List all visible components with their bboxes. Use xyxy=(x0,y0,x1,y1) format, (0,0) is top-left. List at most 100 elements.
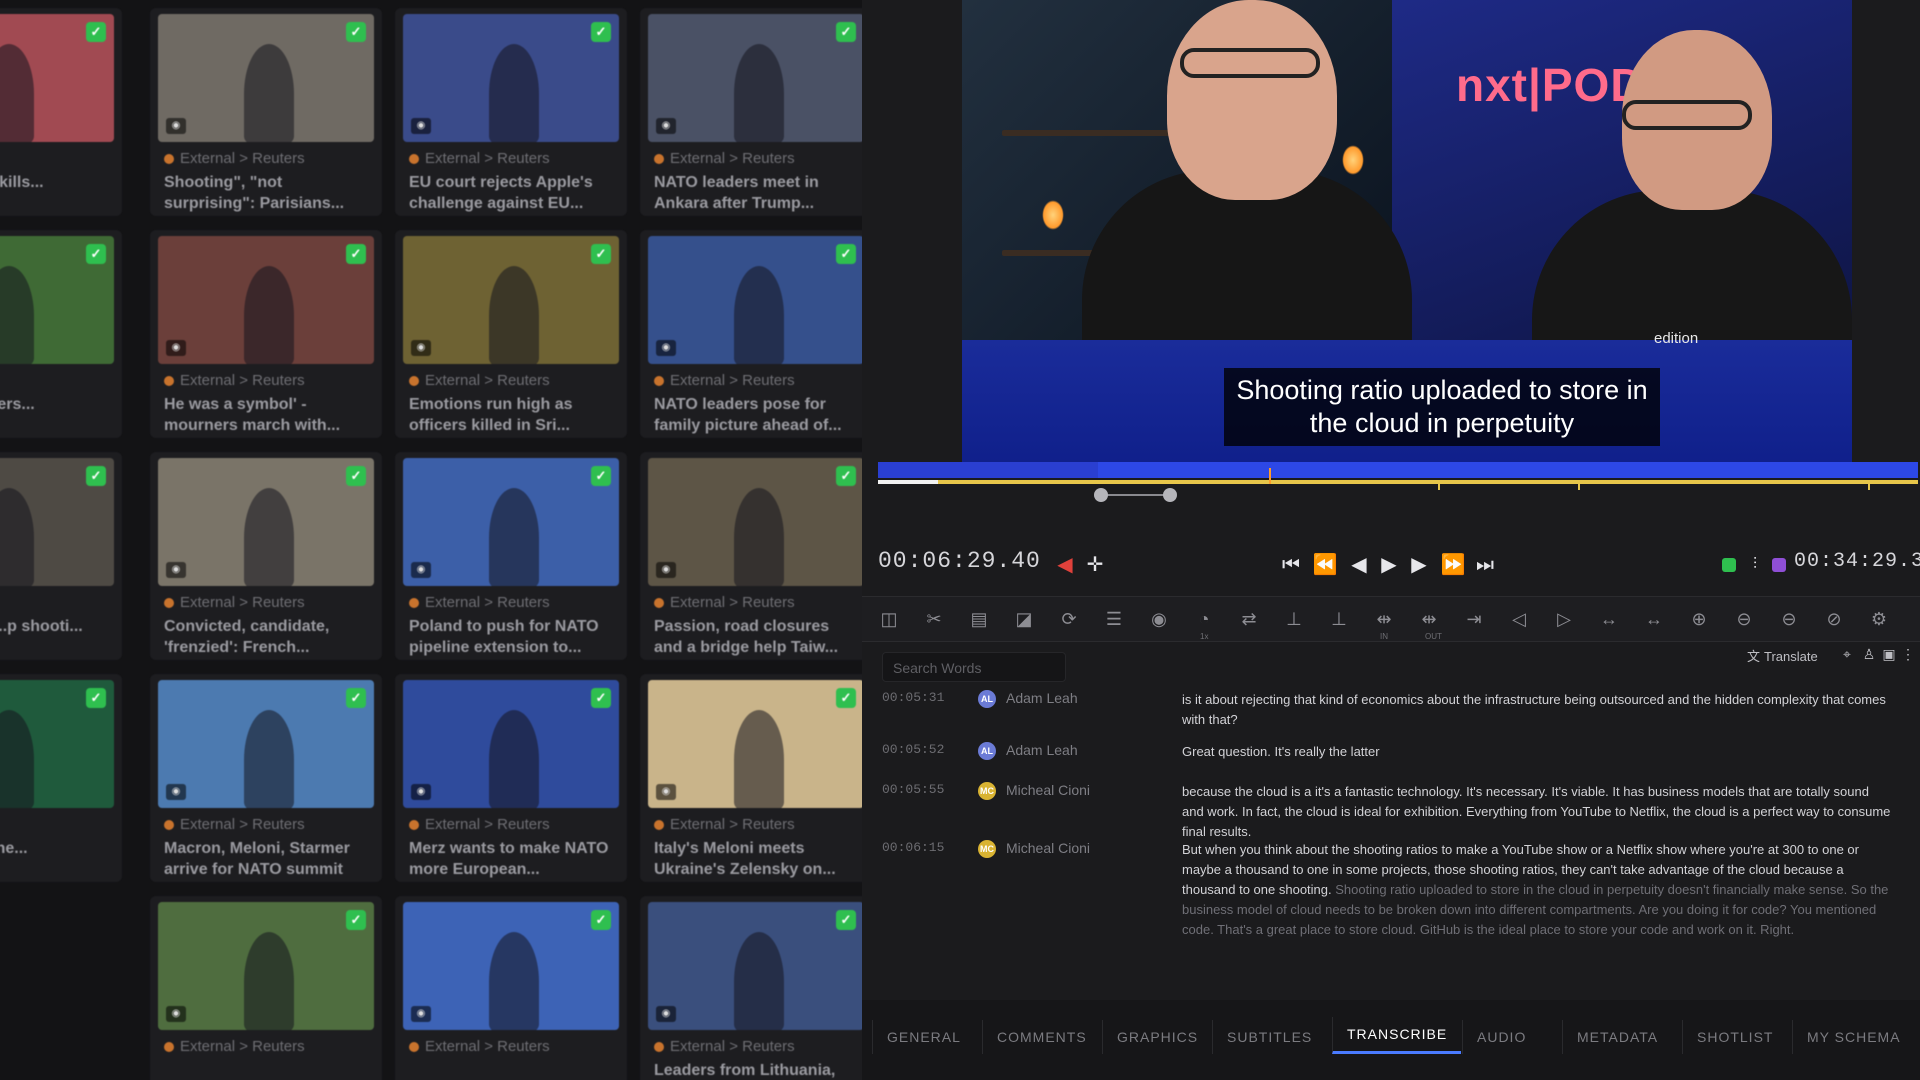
in-handle[interactable] xyxy=(1094,488,1108,502)
search-words-input[interactable]: Search Words xyxy=(882,652,1066,682)
mark-out-icon[interactable]: ⊥ xyxy=(1326,606,1352,632)
jump-end-icon[interactable]: ⇥ xyxy=(1461,606,1487,632)
next-marker-icon[interactable]: ▷ xyxy=(1551,606,1577,632)
more-icon[interactable]: ⋮ xyxy=(1898,644,1918,664)
tab-my-schema[interactable]: MY SCHEMA xyxy=(1792,1020,1915,1054)
row-timecode[interactable]: 00:06:15 xyxy=(882,840,944,855)
shrink-icon[interactable]: ↔ xyxy=(1596,606,1622,632)
video-player[interactable]: nxt|POD edition Shooting ratio uploaded … xyxy=(962,0,1852,470)
selected-check-icon[interactable]: ✓ xyxy=(591,244,611,264)
mark-in-icon[interactable]: ⊥ xyxy=(1281,606,1307,632)
settings-icon[interactable]: ⚙ xyxy=(1866,606,1892,632)
green-status-icon[interactable] xyxy=(1722,558,1736,572)
selected-check-icon[interactable]: ✓ xyxy=(86,244,106,264)
camera-icon[interactable]: ◉ xyxy=(1146,606,1172,632)
media-card[interactable]: ✓ ◉ External > Reuters Poland to push for N… xyxy=(395,452,627,660)
minus-icon[interactable]: ⊖ xyxy=(1776,606,1802,632)
fast-forward-icon[interactable]: ⏩ xyxy=(1440,552,1466,578)
speaker-name[interactable]: Adam Leah xyxy=(1006,690,1078,706)
purple-status-icon[interactable] xyxy=(1772,558,1786,572)
transcript-text[interactable]: But when you think about the shooting ra… xyxy=(1182,840,1892,940)
tab-metadata[interactable]: METADATA xyxy=(1562,1020,1672,1054)
selected-check-icon[interactable]: ✓ xyxy=(836,466,856,486)
play-icon[interactable]: ▶ xyxy=(1376,552,1402,578)
selected-check-icon[interactable]: ✓ xyxy=(346,244,366,264)
selected-check-icon[interactable]: ✓ xyxy=(836,22,856,42)
speaker-icon[interactable]: ♙ xyxy=(1859,644,1879,664)
media-card[interactable]: ✓ ◉ External > Reuters Merz wants to make N… xyxy=(395,674,627,882)
media-card[interactable]: ✓◉Reuters...ssion ...June... xyxy=(0,674,122,882)
media-card[interactable]: ✓ ◉ External > Reuters Italy's Meloni meets… xyxy=(640,674,862,882)
selected-check-icon[interactable]: ✓ xyxy=(346,22,366,42)
mute-icon[interactable]: ◀ xyxy=(1052,552,1078,578)
tab-transcribe[interactable]: TRANSCRIBE xyxy=(1332,1017,1462,1054)
playhead[interactable] xyxy=(1269,468,1271,484)
adjust-icon[interactable]: ☰ xyxy=(1101,606,1127,632)
caption-icon[interactable]: ▣ xyxy=(1879,644,1899,664)
block-icon[interactable]: ⊘ xyxy=(1821,606,1847,632)
step-forward-icon[interactable]: ▶ xyxy=(1406,552,1432,578)
split-view-icon[interactable]: ◫ xyxy=(876,606,902,632)
media-card[interactable]: ✓ ◉ External > Reuters Convicted, candidate… xyxy=(150,452,382,660)
tab-audio[interactable]: AUDIO xyxy=(1462,1020,1540,1054)
selected-check-icon[interactable]: ✓ xyxy=(346,466,366,486)
selected-check-icon[interactable]: ✓ xyxy=(591,466,611,486)
out-handle[interactable] xyxy=(1163,488,1177,502)
media-card[interactable]: ✓◉ReutersAttack on ... kills... xyxy=(0,8,122,216)
selected-check-icon[interactable]: ✓ xyxy=(86,22,106,42)
crop-icon[interactable]: ◪ xyxy=(1011,606,1037,632)
speed-icon[interactable]: ◔ 1x xyxy=(1191,606,1217,641)
media-card[interactable]: ✓ ◉ External > Reuters xyxy=(395,896,627,1080)
media-card[interactable]: ✓◉Reuters...mer and ...ers... xyxy=(0,230,122,438)
media-card[interactable]: ✓◉Reuters...year after ...p shooti... xyxy=(0,452,122,660)
in-point-icon[interactable]: ⇹ IN xyxy=(1371,606,1397,641)
clip-icon[interactable]: ▤ xyxy=(966,606,992,632)
speaker-name[interactable]: Micheal Cioni xyxy=(1006,840,1090,856)
out-point-icon[interactable]: ⇹ OUT xyxy=(1416,606,1442,641)
media-card[interactable]: ✓ ◉ External > Reuters Passion, road closur… xyxy=(640,452,862,660)
tab-comments[interactable]: COMMENTS xyxy=(982,1020,1101,1054)
tab-general[interactable]: GENERAL xyxy=(872,1020,975,1054)
selected-check-icon[interactable]: ✓ xyxy=(591,688,611,708)
rewind-icon[interactable]: ⏪ xyxy=(1312,552,1338,578)
locate-icon[interactable]: ⌖ xyxy=(1837,644,1857,664)
selected-check-icon[interactable]: ✓ xyxy=(836,688,856,708)
row-timecode[interactable]: 00:05:55 xyxy=(882,782,944,797)
timeline-scrubber[interactable] xyxy=(878,462,1918,502)
media-card[interactable]: ✓ ◉ External > Reuters He was a symbol' - m… xyxy=(150,230,382,438)
media-card[interactable]: ✓ ◉ External > Reuters EU court rejects App… xyxy=(395,8,627,216)
tab-graphics[interactable]: GRAPHICS xyxy=(1102,1020,1212,1054)
media-card[interactable]: ✓ ◉ External > Reuters NATO leaders pose fo… xyxy=(640,230,862,438)
scissors-icon[interactable]: ✂ xyxy=(921,606,947,632)
transcript-text[interactable]: Great question. It's really the latter xyxy=(1182,742,1892,762)
speaker-name[interactable]: Micheal Cioni xyxy=(1006,782,1090,798)
audio-wave-icon[interactable]: ⫶ xyxy=(1742,552,1768,578)
row-timecode[interactable]: 00:05:52 xyxy=(882,742,944,757)
step-back-icon[interactable]: ◀ xyxy=(1346,552,1372,578)
translate-button[interactable]: 文 Translate xyxy=(1747,646,1818,665)
crosshair-icon[interactable]: ✛ xyxy=(1082,552,1108,578)
zoom-out-icon[interactable]: ⊖ xyxy=(1731,606,1757,632)
expand-icon[interactable]: ↔ xyxy=(1641,606,1667,632)
row-timecode[interactable]: 00:05:31 xyxy=(882,690,944,705)
media-card[interactable]: ✓ ◉ External > Reuters NATO leaders meet in… xyxy=(640,8,862,216)
selected-check-icon[interactable]: ✓ xyxy=(346,688,366,708)
media-card[interactable]: ✓ ◉ External > Reuters Leaders from Lithuan… xyxy=(640,896,862,1080)
media-card[interactable]: ✓ ◉ External > Reuters Emotions run high as… xyxy=(395,230,627,438)
speaker-name[interactable]: Adam Leah xyxy=(1006,742,1078,758)
selected-check-icon[interactable]: ✓ xyxy=(86,688,106,708)
sync-icon[interactable]: ⟳ xyxy=(1056,606,1082,632)
selected-check-icon[interactable]: ✓ xyxy=(836,244,856,264)
tab-shotlist[interactable]: SHOTLIST xyxy=(1682,1020,1787,1054)
skip-start-icon[interactable]: ⏮ xyxy=(1278,552,1304,578)
zoom-in-icon[interactable]: ⊕ xyxy=(1686,606,1712,632)
media-card[interactable]: ✓ ◉ External > Reuters Shooting", "not surp… xyxy=(150,8,382,216)
prev-marker-icon[interactable]: ◁ xyxy=(1506,606,1532,632)
selected-check-icon[interactable]: ✓ xyxy=(346,910,366,930)
transcript-text[interactable]: is it about rejecting that kind of econo… xyxy=(1182,690,1892,730)
selected-check-icon[interactable]: ✓ xyxy=(591,910,611,930)
tab-subtitles[interactable]: SUBTITLES xyxy=(1212,1020,1326,1054)
skip-end-icon[interactable]: ⏭ xyxy=(1472,552,1498,578)
selected-check-icon[interactable]: ✓ xyxy=(591,22,611,42)
selected-check-icon[interactable]: ✓ xyxy=(836,910,856,930)
